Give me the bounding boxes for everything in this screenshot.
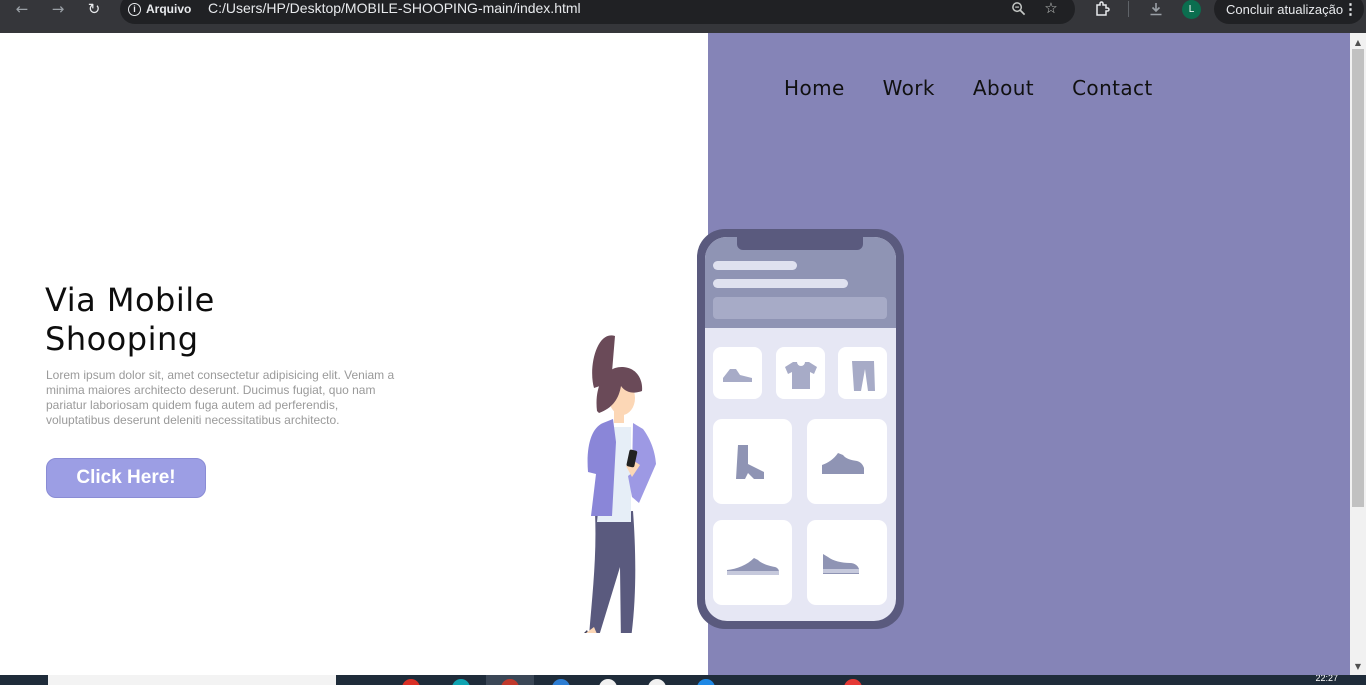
update-button[interactable]: Concluir atualização ⋮: [1214, 0, 1364, 24]
vertical-scrollbar[interactable]: ▲ ▼: [1350, 33, 1366, 675]
taskbar-app-icon[interactable]: [648, 679, 666, 685]
phone-illustration: [697, 229, 904, 629]
woman-illustration: [584, 335, 656, 633]
update-label: Concluir atualização: [1226, 1, 1344, 17]
hero-title-line2: Shooping: [45, 320, 199, 358]
address-bar[interactable]: i Arquivo C:/Users/HP/Desktop/MOBILE-SHO…: [120, 0, 1075, 24]
hero-description: Lorem ipsum dolor sit, amet consectetur …: [46, 368, 395, 427]
taskbar-app-icon[interactable]: [599, 679, 617, 685]
toolbar-divider: [1128, 1, 1129, 17]
site-chip-label: Arquivo: [146, 2, 192, 16]
reload-icon[interactable]: ↻: [83, 0, 105, 18]
extensions-icon[interactable]: [1091, 0, 1113, 18]
taskbar-app-icon[interactable]: [697, 679, 715, 685]
url-text[interactable]: C:/Users/HP/Desktop/MOBILE-SHOOPING-main…: [208, 0, 581, 16]
back-icon[interactable]: ←: [11, 0, 33, 18]
bookmark-star-icon[interactable]: ☆: [1041, 0, 1061, 18]
taskbar-app-icon[interactable]: [452, 679, 470, 685]
scroll-up-arrow-icon[interactable]: ▲: [1350, 35, 1366, 49]
hero-title-line1: Via Mobile: [45, 281, 215, 319]
nav-work[interactable]: Work: [883, 76, 935, 100]
scrollbar-thumb[interactable]: [1352, 49, 1364, 507]
profile-avatar[interactable]: L: [1182, 0, 1201, 19]
hero-title: Via Mobile Shooping: [45, 281, 215, 359]
nav-about[interactable]: About: [973, 76, 1034, 100]
main-nav: Home Work About Contact: [784, 76, 1191, 100]
info-icon: i: [128, 2, 141, 16]
scroll-down-arrow-icon[interactable]: ▼: [1350, 659, 1366, 673]
click-here-button[interactable]: Click Here!: [46, 458, 206, 498]
browser-toolbar: ← → ↻ i Arquivo C:/Users/HP/Desktop/MOBI…: [0, 0, 1366, 33]
menu-kebab-icon[interactable]: ⋮: [1343, 0, 1358, 18]
taskbar-app-icon[interactable]: [402, 679, 420, 685]
shopping-illustration: [584, 229, 904, 633]
taskbar-app-icon[interactable]: [552, 679, 570, 685]
taskbar-clock[interactable]: 22:27: [1315, 675, 1338, 683]
taskbar-search-box[interactable]: [48, 675, 336, 685]
page: Home Work About Contact Via Mobile Shoop…: [0, 33, 1350, 675]
forward-icon[interactable]: →: [47, 0, 69, 18]
os-taskbar: 22:27: [0, 675, 1366, 685]
taskbar-app-icon[interactable]: [844, 679, 862, 685]
nav-contact[interactable]: Contact: [1072, 76, 1153, 100]
nav-home[interactable]: Home: [784, 76, 845, 100]
zoom-icon[interactable]: [1008, 0, 1028, 18]
site-info-chip[interactable]: i Arquivo: [128, 0, 191, 18]
download-icon[interactable]: [1145, 0, 1167, 18]
